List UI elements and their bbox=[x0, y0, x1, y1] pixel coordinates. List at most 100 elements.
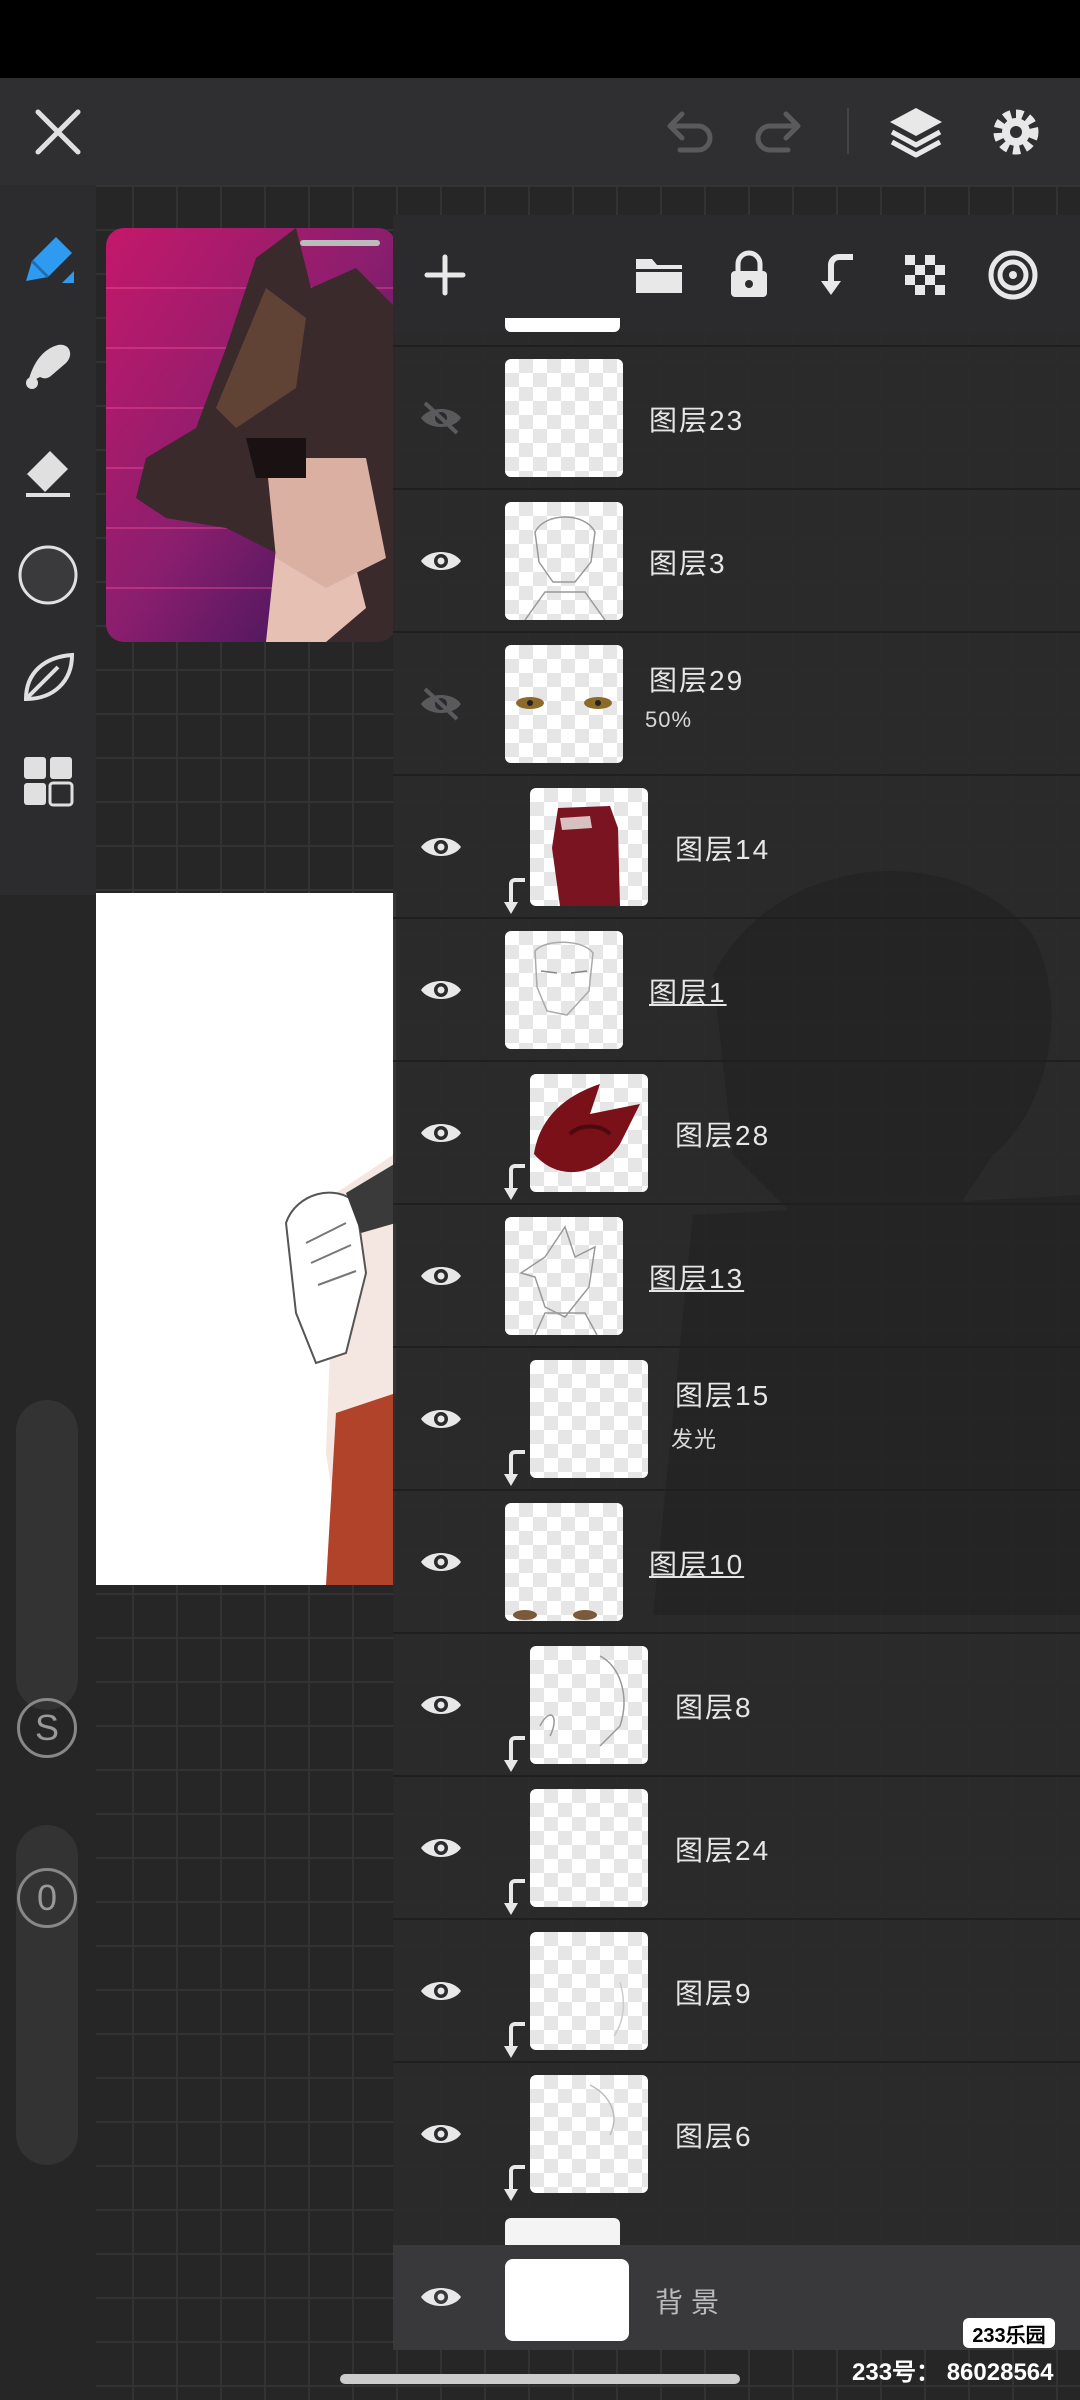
eye-icon[interactable] bbox=[411, 531, 471, 591]
layer-row[interactable]: 图层6 bbox=[393, 2061, 1080, 2204]
eye-icon[interactable] bbox=[411, 1103, 471, 1163]
layer-name: 图层28 bbox=[675, 1120, 771, 1151]
add-layer-icon[interactable] bbox=[415, 245, 475, 305]
clipping-arrow-icon bbox=[503, 1448, 529, 1488]
redo-icon[interactable] bbox=[746, 100, 810, 164]
layer-thumbnail bbox=[530, 1646, 648, 1764]
layers-icon[interactable] bbox=[884, 100, 948, 164]
layer-name: 图层15 bbox=[675, 1380, 771, 1411]
layer-row[interactable]: 图层1 bbox=[393, 917, 1080, 1060]
close-icon[interactable] bbox=[26, 100, 90, 164]
opacity-button[interactable]: 0 bbox=[17, 1868, 77, 1928]
eye-icon[interactable] bbox=[411, 1532, 471, 1592]
layer-row[interactable]: 图层9 bbox=[393, 1918, 1080, 2061]
undo-icon[interactable] bbox=[658, 100, 722, 164]
reference-image[interactable] bbox=[106, 228, 396, 642]
layer-thumbnail bbox=[505, 1503, 623, 1621]
layer-thumbnail bbox=[530, 1789, 648, 1907]
layer-name: 图层9 bbox=[675, 1978, 753, 2009]
eraser-icon[interactable] bbox=[12, 433, 84, 505]
layer-row[interactable]: 图层3 bbox=[393, 488, 1080, 631]
clip-arrow-icon[interactable] bbox=[807, 245, 867, 305]
layer-name: 图层10 bbox=[649, 1549, 745, 1580]
side-panel: S 0 bbox=[0, 895, 96, 2400]
layer-name: 图层24 bbox=[675, 1835, 771, 1866]
smudge-icon[interactable] bbox=[12, 329, 84, 401]
opacity-label: 0 bbox=[36, 1877, 58, 1918]
layer-thumbnail-partial bbox=[505, 2218, 620, 2245]
eye-icon[interactable] bbox=[411, 1961, 471, 2021]
layer-row[interactable]: 图层24 bbox=[393, 1775, 1080, 1918]
status-bar bbox=[0, 0, 1080, 78]
size-button[interactable]: S bbox=[17, 1698, 77, 1758]
eye-icon[interactable] bbox=[411, 1389, 471, 1449]
layer-toolbar bbox=[393, 215, 1080, 333]
artboard[interactable] bbox=[96, 893, 396, 1585]
background-thumbnail bbox=[505, 2259, 629, 2341]
layer-subtext: 发光 bbox=[671, 1427, 718, 1452]
checkerboard-icon[interactable] bbox=[895, 245, 955, 305]
top-toolbar bbox=[0, 78, 1080, 185]
watermark-id: 233号： 86028564 bbox=[852, 2359, 1054, 2386]
layer-name: 图层1 bbox=[649, 977, 727, 1008]
reference-drag-handle[interactable] bbox=[300, 240, 380, 246]
layer-name: 图层23 bbox=[649, 405, 745, 436]
layer-thumbnail bbox=[505, 1217, 623, 1335]
layer-name: 图层13 bbox=[649, 1263, 745, 1294]
layer-row[interactable]: 图层10 bbox=[393, 1489, 1080, 1632]
toolbar-divider bbox=[847, 108, 849, 154]
layer-thumbnail bbox=[505, 931, 623, 1049]
size-label: S bbox=[34, 1707, 59, 1748]
eye-icon[interactable] bbox=[411, 2104, 471, 2164]
layer-name: 图层29 bbox=[649, 665, 745, 696]
eye-icon[interactable] bbox=[411, 817, 471, 877]
layer-name: 图层3 bbox=[649, 548, 727, 579]
layer-name: 图层14 bbox=[675, 834, 771, 865]
eye-icon[interactable] bbox=[411, 1246, 471, 1306]
color-swatch[interactable] bbox=[12, 539, 84, 611]
grid-icon[interactable] bbox=[12, 745, 84, 817]
background-layer-name: 背景 bbox=[655, 2287, 728, 2318]
settings-icon[interactable] bbox=[984, 100, 1048, 164]
size-slider[interactable] bbox=[16, 1400, 78, 1710]
eye-icon[interactable] bbox=[411, 960, 471, 1020]
eye-icon[interactable] bbox=[411, 2267, 471, 2327]
layer-row[interactable]: 图层13 bbox=[393, 1203, 1080, 1346]
clipping-arrow-icon bbox=[503, 1877, 529, 1917]
layer-thumbnail bbox=[505, 645, 623, 763]
layer-thumbnail bbox=[530, 1932, 648, 2050]
clipping-arrow-icon bbox=[503, 2163, 529, 2203]
home-indicator[interactable] bbox=[340, 2374, 740, 2384]
eye-hidden-icon[interactable] bbox=[411, 388, 471, 448]
layer-row[interactable]: 图层14 bbox=[393, 774, 1080, 917]
layer-thumbnail bbox=[530, 1074, 648, 1192]
layer-row[interactable]: 图层29 50% bbox=[393, 631, 1080, 774]
layer-row[interactable]: 图层15 发光 bbox=[393, 1346, 1080, 1489]
clipping-arrow-icon bbox=[503, 1162, 529, 1202]
watermark-logo: 233乐园 bbox=[963, 2318, 1055, 2348]
layer-row[interactable]: 图层28 bbox=[393, 1060, 1080, 1203]
layer-thumbnail-partial bbox=[505, 318, 620, 332]
target-icon[interactable] bbox=[983, 245, 1043, 305]
layer-name: 图层8 bbox=[675, 1692, 753, 1723]
layer-thumbnail bbox=[530, 2075, 648, 2193]
clipping-arrow-icon bbox=[503, 876, 529, 916]
clipping-arrow-icon bbox=[503, 2020, 529, 2060]
leaf-icon[interactable] bbox=[12, 641, 84, 713]
layer-thumbnail bbox=[530, 788, 648, 906]
lock-icon[interactable] bbox=[719, 245, 779, 305]
clipping-arrow-icon bbox=[503, 1734, 529, 1774]
eye-icon[interactable] bbox=[411, 1675, 471, 1735]
layer-thumbnail bbox=[530, 1360, 648, 1478]
eye-hidden-icon[interactable] bbox=[411, 674, 471, 734]
folder-icon[interactable] bbox=[629, 245, 689, 305]
eye-icon[interactable] bbox=[411, 1818, 471, 1878]
layer-row[interactable]: 图层23 bbox=[393, 345, 1080, 488]
layer-subtext: 50% bbox=[645, 707, 693, 732]
brush-icon[interactable] bbox=[12, 225, 84, 297]
layer-thumbnail bbox=[505, 502, 623, 620]
layer-row[interactable]: 图层8 bbox=[393, 1632, 1080, 1775]
layer-thumbnail bbox=[505, 359, 623, 477]
tool-panel bbox=[0, 185, 96, 895]
layer-name: 图层6 bbox=[675, 2121, 753, 2152]
